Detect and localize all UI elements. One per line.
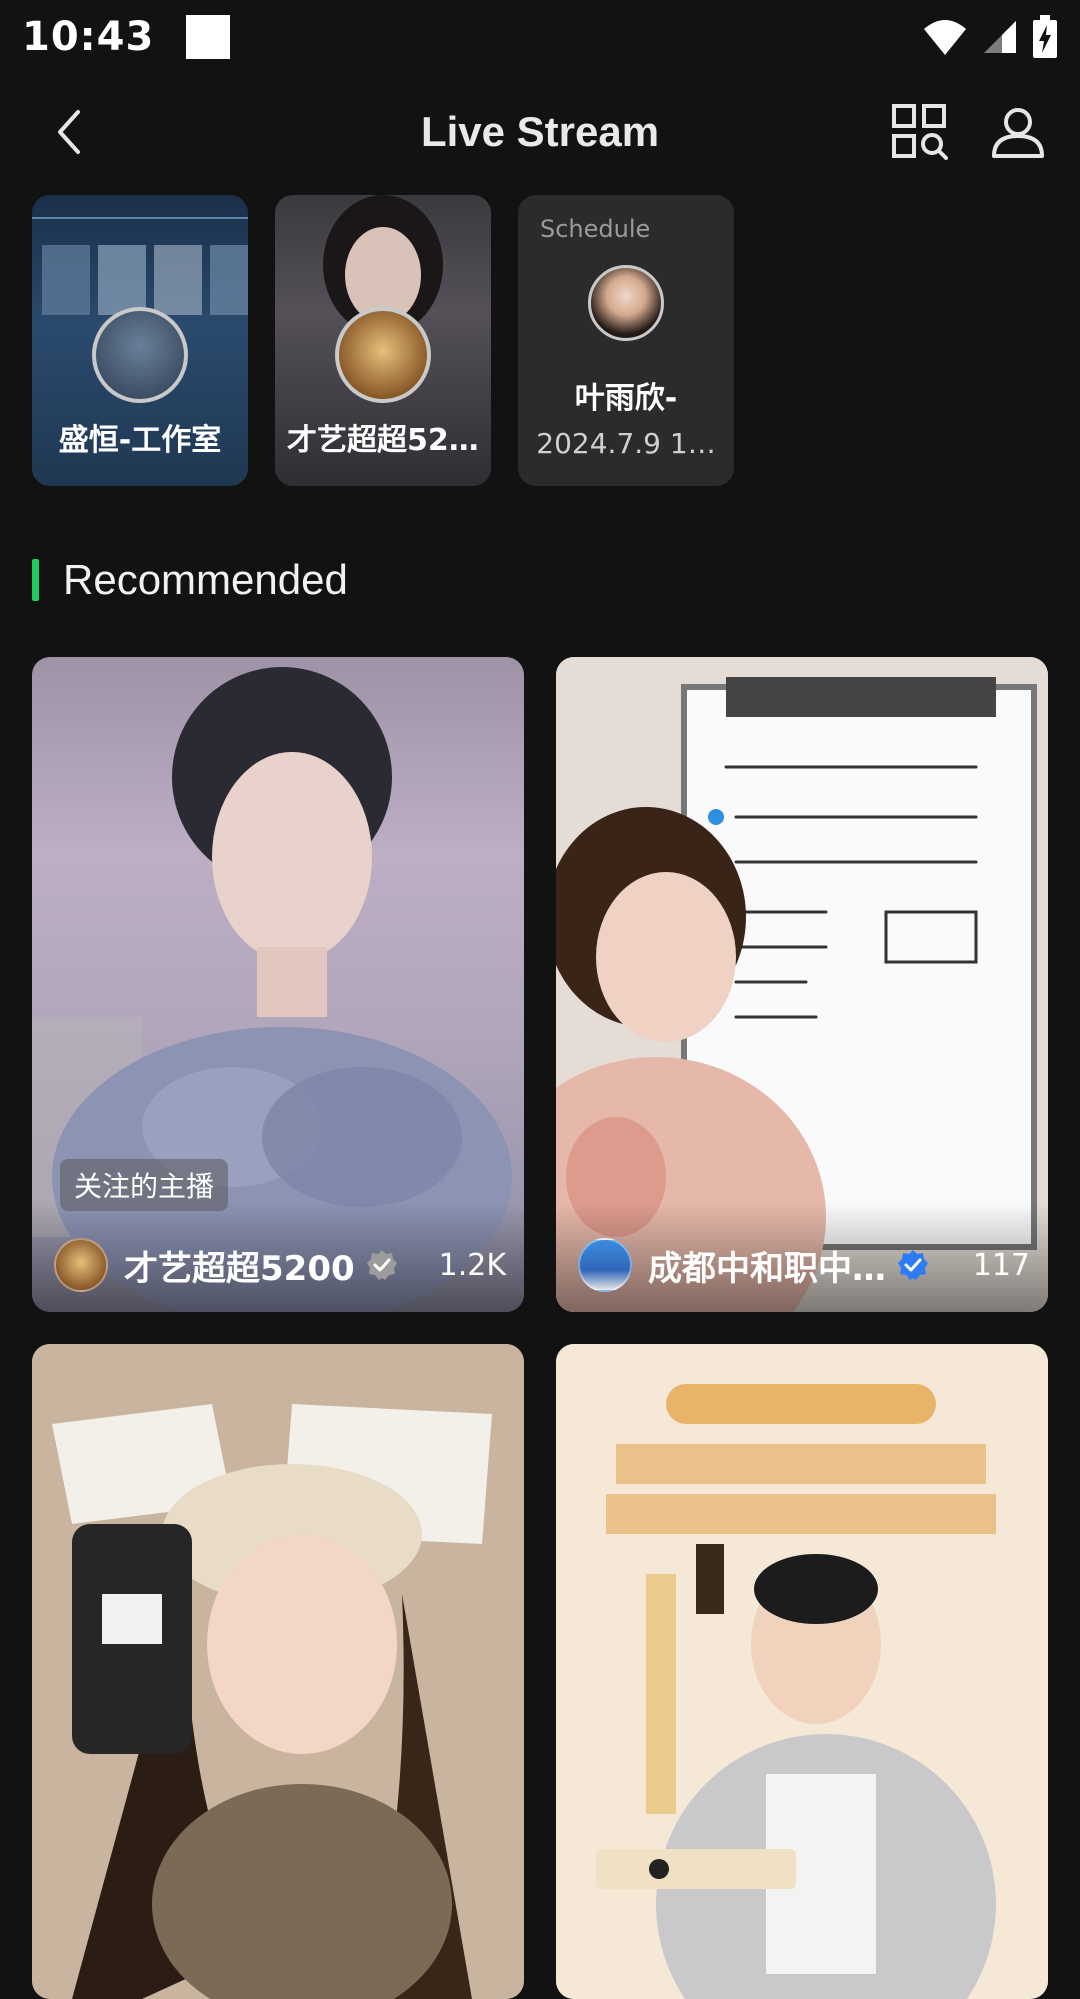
- stream-info-row: 才艺超超5200 1.2K: [54, 1238, 506, 1292]
- followed-streamers-row: 盛恒-工作室 才艺超超5200 Schedule 叶雨欣- 2024.7.9 1…: [32, 195, 734, 486]
- verified-badge-icon: [366, 1250, 397, 1280]
- scheduled-date: 2024.7.9 1…: [536, 427, 716, 460]
- followed-streamer-name: 盛恒-工作室: [58, 423, 222, 458]
- wifi-icon: [924, 20, 966, 55]
- streamer-name: 才艺超超5200: [124, 1248, 355, 1289]
- cellular-signal-icon: [984, 21, 1016, 53]
- stream-thumbnail: [556, 1344, 1048, 1999]
- status-time: 10:43: [22, 14, 155, 60]
- profile-icon[interactable]: [988, 102, 1048, 162]
- viewer-count: 117: [972, 1247, 1030, 1283]
- viewer-count: 1.2K: [438, 1247, 506, 1283]
- schedule-label: Schedule: [540, 215, 651, 243]
- streamer-avatar: [588, 265, 664, 341]
- stream-info-row: 成都中和职中… 117: [578, 1238, 1030, 1292]
- scheduled-streamer-name: 叶雨欣-: [574, 381, 678, 416]
- followed-card[interactable]: 才艺超超5200: [275, 195, 491, 486]
- streamer-name: 成都中和职中…: [648, 1248, 886, 1289]
- section-title: Recommended: [63, 556, 348, 603]
- back-arrow-icon[interactable]: [42, 102, 102, 162]
- followed-card[interactable]: 盛恒-工作室: [32, 195, 248, 486]
- stream-card[interactable]: 关注的主播 才艺超超5200 1.2K: [32, 657, 524, 1312]
- girl-with-phone-poster: [32, 1344, 524, 1999]
- recommended-section-header: Recommended: [32, 556, 348, 604]
- streamer-avatar: [92, 307, 188, 403]
- followed-streamer-badge: 关注的主播: [60, 1159, 229, 1211]
- streamer-avatar: [54, 1238, 108, 1292]
- notification-icon: [186, 15, 231, 59]
- streamer-avatar: [335, 307, 431, 403]
- streamer-avatar: [578, 1238, 632, 1292]
- battery-charging-icon: [1033, 15, 1057, 58]
- section-accent-bar: [32, 559, 39, 601]
- stream-card[interactable]: [32, 1344, 524, 1999]
- followed-streamer-name: 才艺超超5200: [287, 423, 491, 458]
- status-icons: [922, 15, 1058, 59]
- stream-card[interactable]: 成都中和职中… 117: [556, 657, 1048, 1312]
- stream-thumbnail: [32, 1344, 524, 1999]
- verified-badge-icon: [898, 1250, 928, 1280]
- scheduled-stream-card[interactable]: Schedule 叶雨欣- 2024.7.9 1…: [518, 195, 734, 486]
- top-app-bar: Live Stream: [0, 92, 1080, 172]
- scan-grid-icon[interactable]: [890, 102, 950, 162]
- education-poster: [556, 1344, 1048, 1999]
- status-bar: 10:43: [0, 0, 1080, 74]
- recommended-grid: 关注的主播 才艺超超5200 1.2K 成都中和职中… 117: [32, 657, 1048, 1999]
- stream-card[interactable]: [556, 1344, 1048, 1999]
